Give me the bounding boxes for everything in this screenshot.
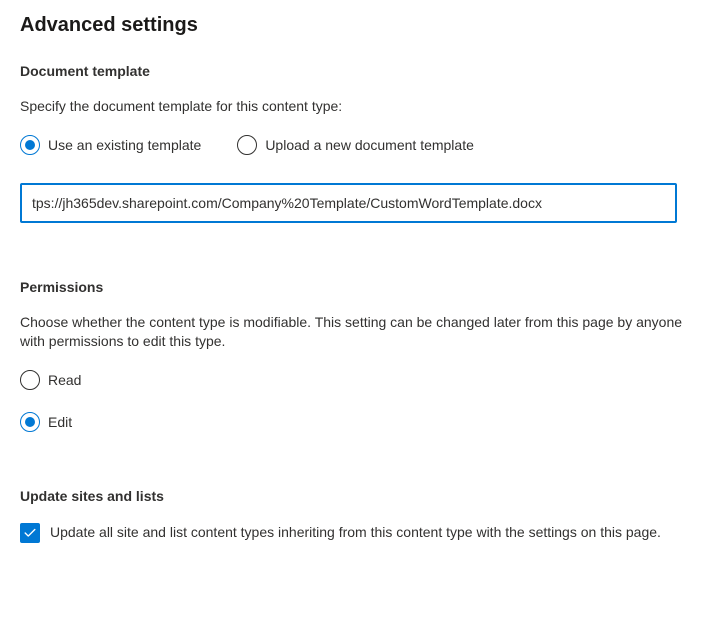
radio-read-label: Read [48,372,81,388]
template-url-input[interactable] [20,183,677,223]
radio-upload-new-label: Upload a new document template [265,137,474,153]
permissions-radio-group: Read Edit [20,370,688,432]
document-template-heading: Document template [20,63,688,79]
update-sites-checkbox-row: Update all site and list content types i… [20,522,688,543]
radio-use-existing-label: Use an existing template [48,137,201,153]
radio-use-existing-template[interactable]: Use an existing template [20,135,201,155]
document-template-radio-group: Use an existing template Upload a new do… [20,135,688,155]
permissions-description: Choose whether the content type is modif… [20,313,688,352]
update-sites-heading: Update sites and lists [20,488,688,504]
radio-permission-edit[interactable]: Edit [20,412,688,432]
radio-unselected-icon [237,135,257,155]
radio-selected-icon [20,135,40,155]
update-sites-checkbox[interactable] [20,523,40,543]
radio-upload-new-template[interactable]: Upload a new document template [237,135,474,155]
radio-unselected-icon [20,370,40,390]
radio-permission-read[interactable]: Read [20,370,688,390]
page-title: Advanced settings [20,14,688,37]
update-sites-section: Update sites and lists Update all site a… [20,488,688,543]
document-template-description: Specify the document template for this c… [20,97,688,117]
permissions-heading: Permissions [20,279,688,295]
checkmark-icon [23,526,37,540]
document-template-section: Document template Specify the document t… [20,63,688,223]
update-sites-checkbox-label: Update all site and list content types i… [50,522,661,543]
permissions-section: Permissions Choose whether the content t… [20,279,688,432]
radio-edit-label: Edit [48,414,72,430]
radio-selected-icon [20,412,40,432]
